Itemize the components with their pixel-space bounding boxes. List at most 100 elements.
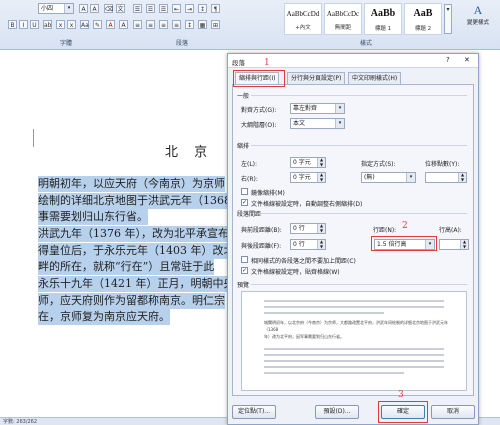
annotation-number: 1 [264, 58, 270, 68]
general-heading: 一般 [237, 93, 250, 100]
change-styles-button[interactable]: A 變更樣式 [458, 3, 498, 35]
outline-level-label: 大綱階層(O): [241, 122, 277, 129]
word-count: 字數: 263/262 [3, 419, 38, 425]
indent-left-label: 左(L): [241, 161, 258, 168]
style-preview: AaBb [370, 8, 396, 19]
annotation-box-line-spacing [371, 236, 437, 251]
align-right-icon[interactable]: ≡ [159, 20, 168, 29]
divider [261, 213, 467, 214]
increase-indent-icon[interactable]: ⇥ [185, 4, 194, 13]
change-case-icon[interactable]: Aa [80, 20, 89, 29]
preview-previous-line [264, 312, 384, 314]
no-space-same-style-label: 相同樣式的各段落之間不要加上間距(C) [251, 258, 356, 265]
alignment-select[interactable]: 靠左對齊 ▾ [290, 103, 345, 114]
numbering-icon[interactable]: ☰ [146, 4, 155, 13]
tab-panel: 一般 對齊方式(G): 靠左對齊 ▾ 大綱階層(O): 本文 ▾ 縮排 左(L): … [232, 84, 474, 396]
no-space-same-style-checkbox[interactable] [241, 256, 248, 263]
mirror-indent-checkbox[interactable] [241, 188, 248, 195]
doc-line: 永乐十九年（1421 年）正月，明朝中央 [38, 276, 235, 292]
styles-scroll[interactable]: ▾ [444, 4, 452, 34]
indent-by-label: 位移點數(Y): [425, 161, 460, 168]
sort-icon[interactable]: ↕ [198, 4, 207, 13]
borders-icon[interactable]: ⊞ [211, 20, 220, 29]
divider [251, 284, 467, 285]
align-center-icon[interactable]: ≡ [146, 20, 155, 29]
doc-line: 师，应天府则作为留都称南京。明仁宗 [38, 293, 225, 309]
space-after-label: 與後段距離(F): [241, 243, 282, 250]
italic-icon[interactable]: I [19, 20, 28, 29]
style-heading-2[interactable]: AaB 標題 2 [404, 3, 442, 35]
style-normal[interactable]: AaBbCcDd +內文 [284, 3, 322, 35]
preview-pane: 城關明初年，以北京府（今南京）为京师，大都路改置北平府，洪武年间绘制的详细北京地… [241, 291, 467, 391]
grow-font-icon[interactable]: A [79, 4, 88, 13]
indent-left-spinner[interactable]: 0 字元 ▲ ▼ [290, 157, 326, 168]
help-icon[interactable]: ? [446, 56, 450, 64]
indent-right-value: 0 字元 [293, 174, 311, 181]
space-before-value: 0 行 [293, 225, 305, 232]
alignment-label: 對齊方式(G): [241, 107, 277, 114]
font-size-value: 小四 [41, 5, 54, 12]
strikethrough-icon[interactable]: ab [43, 20, 52, 29]
multilevel-icon[interactable]: ☰ [159, 4, 168, 13]
char-shading-icon[interactable]: A [119, 20, 128, 29]
show-marks-icon[interactable]: ¶ [211, 4, 220, 13]
bullets-icon[interactable]: ☰ [133, 4, 142, 13]
set-default-button[interactable]: 預設(D)... [315, 405, 359, 419]
align-left-icon[interactable]: ≡ [133, 20, 142, 29]
preview-following-line [264, 360, 444, 362]
font-size-combo[interactable]: 小四 ▾ [38, 3, 74, 14]
preview-following-line [264, 372, 404, 374]
spinner-arrows-icon[interactable]: ▲ ▼ [317, 157, 325, 167]
auto-adjust-indent-label: 文件格線被設定時，自動調整右側縮排(D) [251, 201, 363, 208]
underline-icon[interactable]: U [30, 20, 39, 29]
indent-right-label: 右(R): [241, 176, 258, 183]
clear-format-icon[interactable]: ⌫ [104, 4, 113, 13]
spinner-arrows-icon[interactable]: ▲ ▼ [317, 223, 325, 233]
phonetic-icon[interactable]: 文 [116, 4, 125, 13]
style-preview: AaBbCcDc [326, 10, 360, 18]
outline-level-select[interactable]: 本文 ▾ [290, 118, 345, 129]
highlight-icon[interactable]: ✎ [93, 20, 102, 29]
indent-right-spinner[interactable]: 0 字元 ▲ ▼ [290, 172, 326, 183]
justify-icon[interactable]: ≡ [172, 20, 181, 29]
preview-sample-text: 城關明初年，以北京府（今南京）为京师，大都路改置北平府，洪武年间绘制的详细北京地… [264, 320, 448, 332]
close-icon[interactable]: ✕ [464, 56, 470, 64]
spinner-arrows-icon[interactable]: ▲ ▼ [317, 239, 325, 249]
spinner-arrows-icon[interactable]: ▲ ▼ [460, 239, 468, 249]
line-spacing-icon[interactable]: ↕ [185, 20, 194, 29]
tabs-button[interactable]: 定位點(T)... [232, 405, 276, 419]
style-no-spacing[interactable]: AaBbCcDc 無間距 [324, 3, 362, 35]
divider [251, 95, 467, 96]
doc-line: 畔的所在，就称“行在”）且常驻于此 [38, 259, 215, 275]
bold-icon[interactable]: B [8, 20, 17, 29]
decrease-indent-icon[interactable]: ⇤ [172, 4, 181, 13]
doc-line: 事需要划归山东行省。 [38, 209, 148, 225]
space-before-spinner[interactable]: 0 行 ▲ ▼ [290, 223, 326, 234]
spinner-arrows-icon[interactable]: ▲ ▼ [317, 172, 325, 182]
line-spacing-label: 行距(N): [373, 227, 397, 234]
space-before-label: 與前段距離(B): [241, 227, 282, 234]
font-group-label: 字體 [60, 40, 73, 47]
style-heading-1[interactable]: AaBb 標題 1 [364, 3, 402, 35]
doc-line: 绘制的详细北京地图于洪武元年（1368 [38, 193, 231, 209]
auto-adjust-indent-checkbox[interactable]: ✓ [241, 199, 248, 206]
special-indent-select[interactable]: (無) ▾ [361, 172, 416, 183]
superscript-icon[interactable]: x [67, 20, 76, 29]
spinner-arrows-icon[interactable]: ▲ ▼ [458, 172, 466, 182]
special-indent-value: (無) [364, 174, 375, 181]
indent-by-spinner[interactable]: ▲ ▼ [425, 172, 467, 183]
snap-to-grid-checkbox[interactable]: ✓ [241, 267, 248, 274]
chevron-down-icon: ▾ [335, 104, 344, 113]
change-styles-label: 變更樣式 [466, 20, 489, 26]
space-after-value: 0 行 [293, 241, 305, 248]
preview-heading: 預覽 [237, 282, 250, 289]
shading-icon[interactable]: ▦ [198, 20, 207, 29]
margin-marker [33, 129, 34, 147]
subscript-icon[interactable]: x [56, 20, 65, 29]
document-page[interactable]: 北 京 明朝初年，以应天府（今南京）为京师 绘制的详细北京地图于洪武元年（136… [0, 51, 238, 417]
space-after-spinner[interactable]: 0 行 ▲ ▼ [290, 239, 326, 250]
line-spacing-at-spinner[interactable]: ▲ ▼ [439, 239, 469, 250]
shrink-font-icon[interactable]: A [90, 4, 99, 13]
cancel-button[interactable]: 取消 [431, 405, 475, 419]
font-color-icon[interactable]: A [106, 20, 115, 29]
